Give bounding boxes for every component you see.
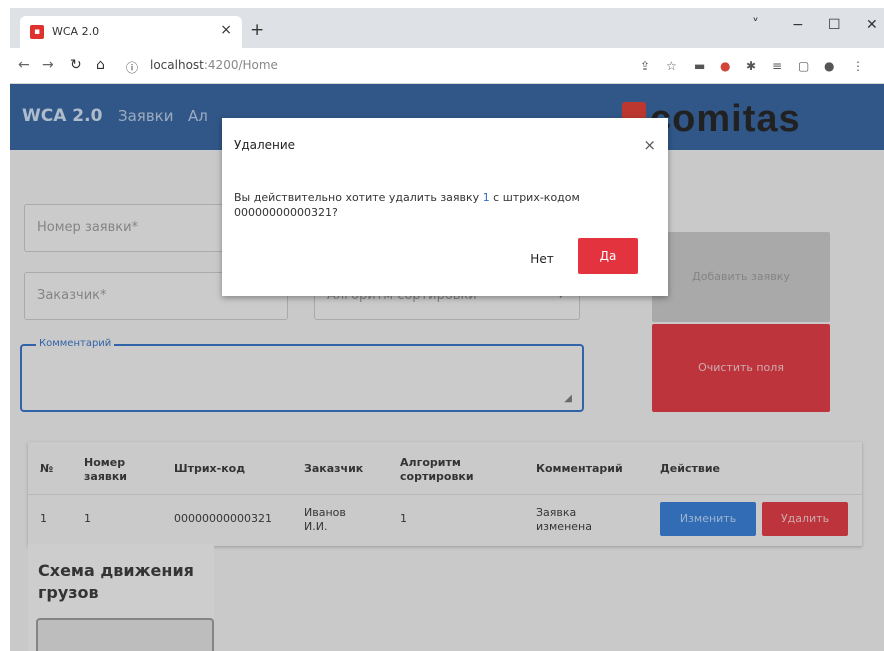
- reading-list-icon[interactable]: ≡: [772, 59, 782, 73]
- extensions-puzzle-icon[interactable]: ✱: [746, 59, 756, 73]
- side-panel-icon[interactable]: ▢: [798, 59, 809, 73]
- message-order-number: 1: [482, 191, 490, 204]
- share-icon[interactable]: ⇪: [640, 59, 650, 73]
- browser-tab[interactable]: ▪ WCA 2.0 ×: [20, 16, 242, 48]
- site-info-icon[interactable]: ⓘ: [126, 59, 138, 76]
- extension-icon[interactable]: ▬: [694, 59, 705, 73]
- reload-icon[interactable]: ↻: [70, 57, 82, 73]
- url-host: localhost: [150, 58, 204, 72]
- dialog-title: Удаление: [234, 138, 296, 152]
- delete-confirm-dialog: Удаление × Вы действительно хотите удали…: [222, 118, 668, 296]
- dialog-message: Вы действительно хотите удалить заявку 1…: [234, 190, 634, 220]
- app-favicon-icon: ▪: [30, 25, 44, 39]
- forward-icon[interactable]: →: [42, 57, 54, 73]
- home-icon[interactable]: ⌂: [96, 57, 105, 73]
- tab-bar: ▪ WCA 2.0 × + ˅ − ☐ ✕: [10, 8, 884, 48]
- url-path: :4200/Home: [203, 58, 278, 72]
- profile-icon[interactable]: ●: [824, 59, 834, 73]
- address-bar: ← → ↻ ⌂ ⓘ localhost:4200/Home ⇪ ☆ ▬ ● ✱ …: [10, 48, 884, 84]
- tab-close-icon[interactable]: ×: [220, 22, 232, 38]
- tab-title: WCA 2.0: [52, 25, 100, 38]
- close-window-button[interactable]: ✕: [866, 17, 878, 33]
- url-field[interactable]: localhost:4200/Home: [150, 58, 278, 72]
- bookmark-star-icon[interactable]: ☆: [666, 59, 677, 73]
- minimize-button[interactable]: −: [792, 17, 804, 33]
- menu-icon[interactable]: ⋮: [852, 59, 864, 73]
- maximize-button[interactable]: ☐: [828, 17, 841, 33]
- confirm-button[interactable]: Да: [578, 238, 638, 274]
- extension-icon[interactable]: ●: [720, 59, 730, 73]
- browser-window: ▪ WCA 2.0 × + ˅ − ☐ ✕ ← → ↻ ⌂ ⓘ localhos…: [10, 8, 884, 651]
- close-icon[interactable]: ×: [643, 136, 656, 154]
- message-text: Вы действительно хотите удалить заявку: [234, 191, 483, 204]
- tab-search-chevron-icon[interactable]: ˅: [752, 17, 759, 33]
- back-icon[interactable]: ←: [18, 57, 30, 73]
- cancel-button[interactable]: Нет: [520, 242, 564, 276]
- new-tab-button[interactable]: +: [250, 20, 264, 40]
